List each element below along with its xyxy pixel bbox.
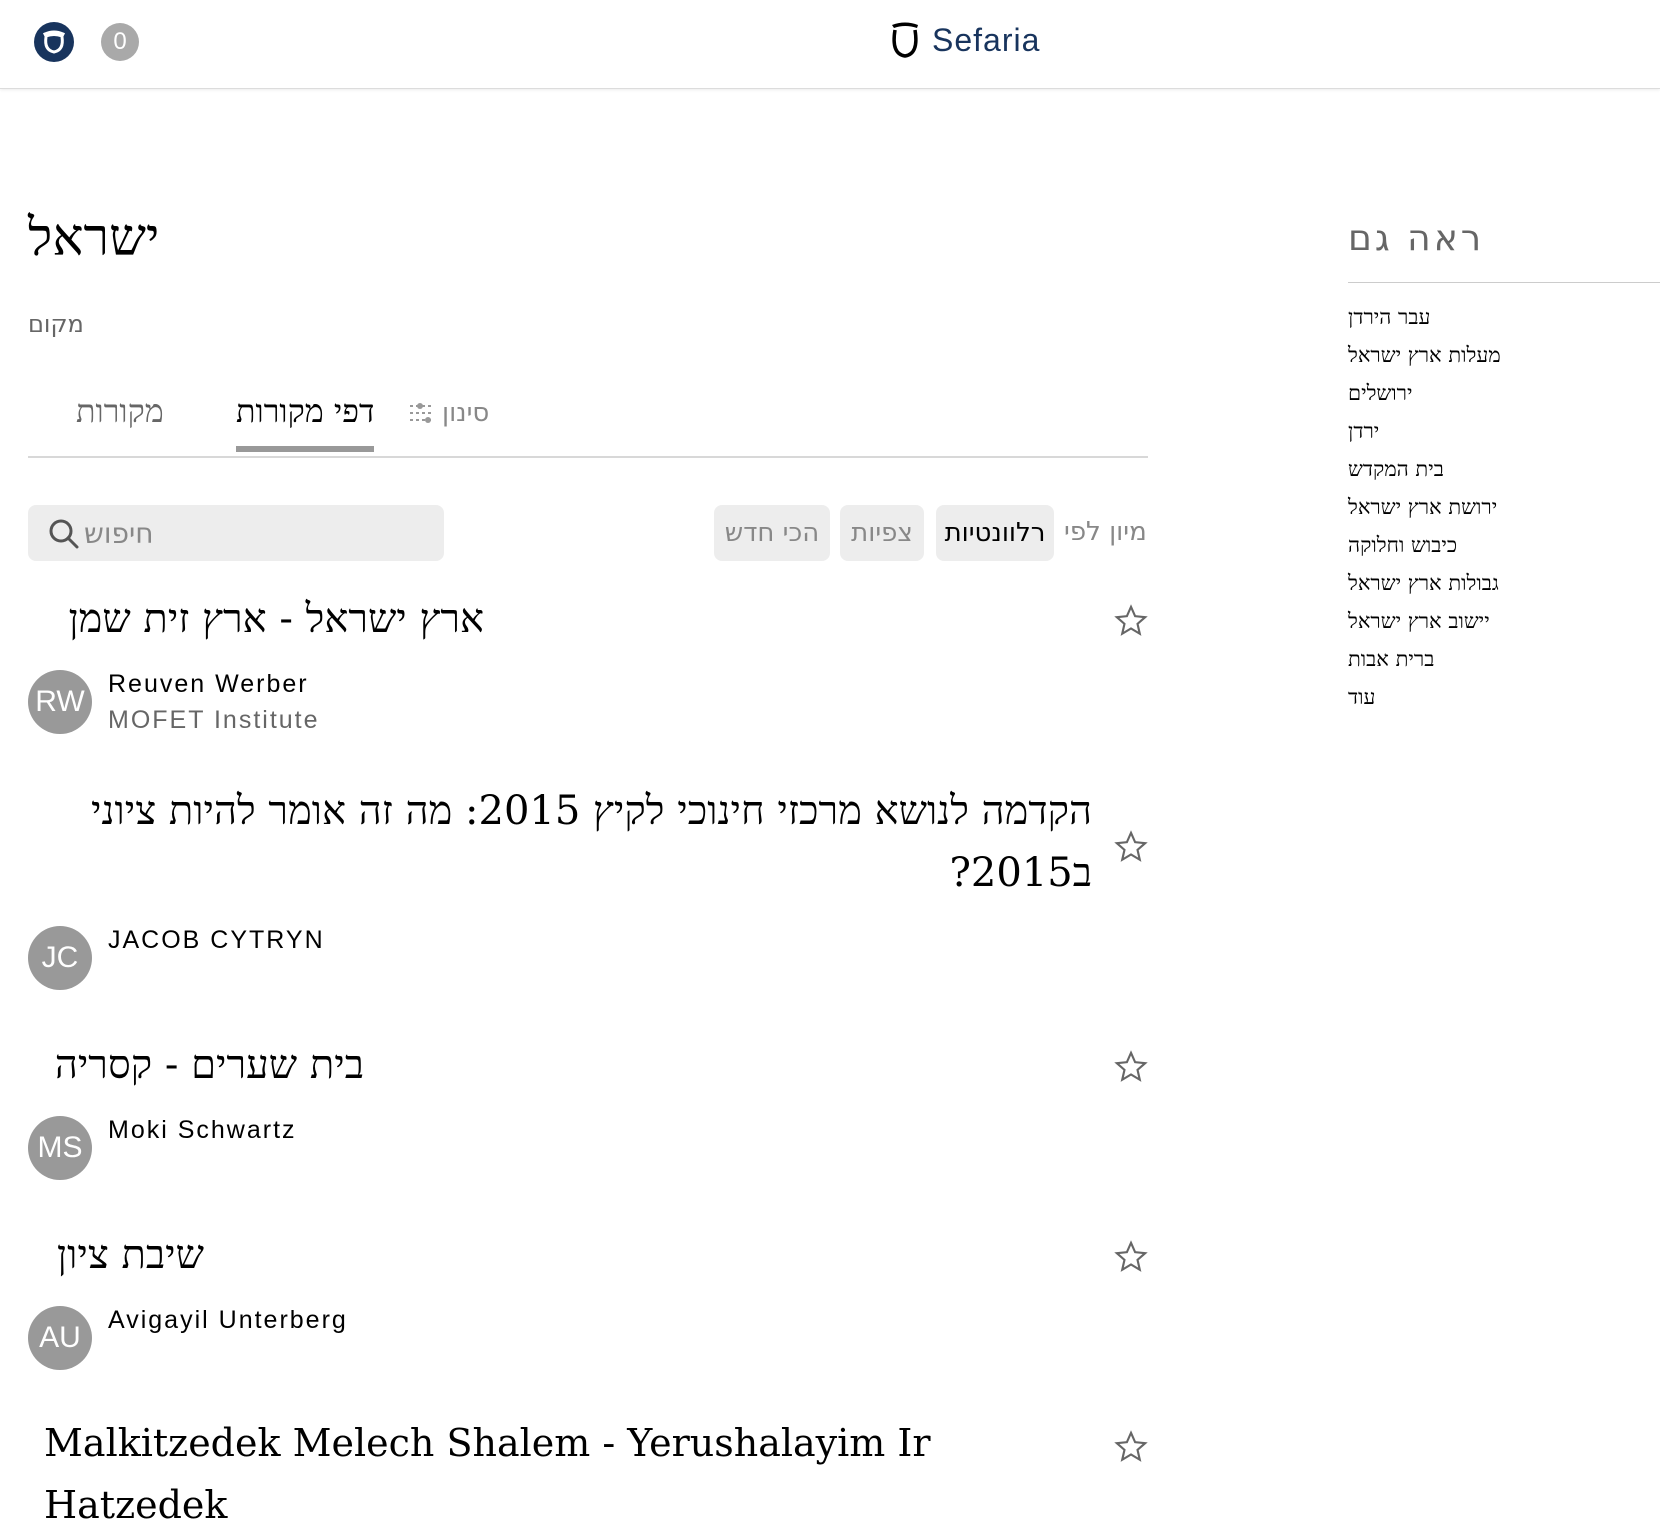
star-icon[interactable]: [1114, 604, 1148, 638]
avatar[interactable]: AU: [28, 1306, 92, 1370]
sefaria-profile-icon: [42, 30, 66, 54]
sort-relevance-button[interactable]: רלוונטיות: [936, 505, 1054, 561]
see-also-heading: ראה גם: [1348, 218, 1485, 259]
sheet-title[interactable]: הקדמה לנושא מרכזי חינוכי לקיץ 2015: מה ז…: [44, 780, 1092, 904]
author-name[interactable]: JACOB CYTRYN: [108, 926, 325, 955]
profile-button[interactable]: [34, 22, 74, 62]
star-icon[interactable]: [1114, 1050, 1148, 1084]
sort-label: מיון לפי: [1064, 517, 1147, 547]
page-title: ישראל: [28, 208, 160, 268]
filter-icon: [410, 403, 434, 423]
author-name[interactable]: Moki Schwartz: [108, 1116, 297, 1145]
search-box: [28, 505, 444, 561]
sort-views-button[interactable]: צפיות: [840, 505, 924, 561]
filter-label: סינון: [442, 398, 490, 428]
author-organization: MOFET Institute: [108, 706, 320, 734]
filter-toggle[interactable]: סינון: [408, 398, 489, 428]
tab-sheets[interactable]: דפי מקורות: [236, 392, 375, 452]
see-also-list: עבר הירדן מעלות ארץ ישראל ירושלים ירדן ב…: [1348, 298, 1501, 716]
see-also-link[interactable]: גבולות ארץ ישראל: [1348, 564, 1501, 602]
notifications-count[interactable]: 0: [101, 23, 139, 61]
see-also-link[interactable]: ברית אבות: [1348, 640, 1501, 678]
see-also-link[interactable]: עבר הירדן: [1348, 298, 1501, 336]
sefaria-logo-icon: [892, 22, 918, 58]
sheet-title[interactable]: שיבת ציון: [44, 1224, 204, 1286]
sheet-title[interactable]: Malkitzedek Melech Shalem - Yerushalayim…: [44, 1412, 1104, 1536]
see-also-link[interactable]: ירושלים: [1348, 374, 1501, 412]
tab-sources[interactable]: מקורות: [76, 392, 164, 430]
sefaria-logo[interactable]: Sefaria: [888, 20, 1040, 60]
avatar[interactable]: RW: [28, 670, 92, 734]
sort-newest-button[interactable]: הכי חדש: [714, 505, 830, 561]
star-icon[interactable]: [1114, 1430, 1148, 1464]
topic-type-label: מקום: [28, 310, 84, 338]
topic-tabs: מקורות דפי מקורות סינון: [28, 380, 1148, 458]
see-also-link[interactable]: כיבוש וחלוקה: [1348, 526, 1501, 564]
author-name[interactable]: Reuven Werber: [108, 670, 309, 699]
see-also-link[interactable]: בית המקדש: [1348, 450, 1501, 488]
see-also-link[interactable]: מעלות ארץ ישראל: [1348, 336, 1501, 374]
star-icon[interactable]: [1114, 830, 1148, 864]
sheet-title[interactable]: ארץ ישראל - ארץ זית שמן: [44, 588, 484, 650]
star-icon[interactable]: [1114, 1240, 1148, 1274]
sheet-title[interactable]: בית שערים - קסריה: [44, 1034, 364, 1096]
search-input[interactable]: [82, 515, 406, 551]
avatar[interactable]: JC: [28, 926, 92, 990]
see-also-link[interactable]: ירושת ארץ ישראל: [1348, 488, 1501, 526]
see-also-divider: [1348, 282, 1660, 283]
logo-text: Sefaria: [932, 21, 1041, 58]
see-also-more-link[interactable]: עוד: [1348, 678, 1501, 716]
see-also-link[interactable]: ירדן: [1348, 412, 1501, 450]
see-also-link[interactable]: יישוב ארץ ישראל: [1348, 602, 1501, 640]
search-icon: [49, 519, 79, 549]
avatar[interactable]: MS: [28, 1116, 92, 1180]
author-name[interactable]: Avigayil Unterberg: [108, 1306, 348, 1335]
top-header: 0 Sefaria: [0, 0, 1660, 89]
